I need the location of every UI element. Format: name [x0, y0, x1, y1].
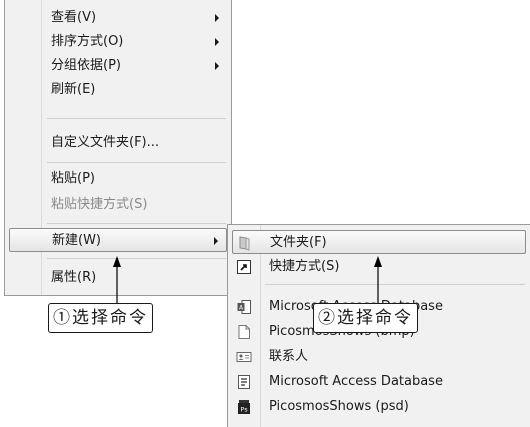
menu-item-paste-shortcut: 粘贴快捷方式(S): [9, 193, 227, 217]
shortcut-icon: [237, 260, 251, 274]
svg-text:Ps: Ps: [240, 406, 248, 414]
menu-item-label: 查看(V): [51, 10, 97, 25]
menu-item-label: 粘贴快捷方式(S): [51, 197, 148, 212]
menu-item-label: Microsoft Access Database: [269, 374, 443, 389]
access-database-icon: [238, 375, 250, 389]
menu-item-label: 文件夹(F): [270, 235, 327, 250]
menu-item-label: 排序方式(O): [51, 34, 124, 49]
menu-item-label: 属性(R): [51, 270, 97, 285]
menu-item-sort-by[interactable]: 排序方式(O): [9, 30, 227, 54]
menu-item-customize-folder[interactable]: 自定义文件夹(F)...: [9, 131, 227, 155]
submenu-arrow-icon: [214, 237, 218, 245]
folder-icon: [239, 236, 250, 251]
menu-item-label: 自定义文件夹(F)...: [51, 135, 160, 150]
submenu-arrow-icon: [215, 62, 219, 70]
psd-document-icon: Ps: [238, 400, 250, 414]
submenu-item-access-database-2[interactable]: Microsoft Access Database: [232, 370, 526, 394]
menu-separator: [47, 162, 226, 163]
annotation-callout-1: ①选择命令: [48, 303, 153, 333]
submenu-item-picosmos-psd[interactable]: Ps PicosmosShows (psd): [232, 395, 526, 419]
menu-item-label: 粘贴(P): [51, 171, 95, 186]
contact-card-icon: [236, 352, 252, 362]
menu-item-label: 分组依据(P): [51, 58, 121, 73]
blank-document-icon: [238, 325, 250, 339]
menu-item-group-by[interactable]: 分组依据(P): [9, 54, 227, 78]
submenu-item-folder[interactable]: 文件夹(F): [232, 230, 526, 254]
menu-separator: [47, 118, 226, 119]
menu-item-refresh[interactable]: 刷新(E): [9, 78, 227, 102]
menu-item-label: 联系人: [269, 349, 309, 364]
menu-item-label: 刷新(E): [51, 82, 96, 97]
menu-item-label: 新建(W): [52, 233, 101, 248]
menu-item-label: PicosmosShows (psd): [269, 399, 409, 414]
submenu-arrow-icon: [215, 14, 219, 22]
menu-separator: [47, 223, 226, 224]
annotation-callout-2: ②选择命令: [313, 303, 418, 333]
menu-separator: [265, 284, 525, 285]
menu-separator: [47, 258, 226, 259]
menu-item-label: 快捷方式(S): [269, 259, 340, 274]
menu-item-paste[interactable]: 粘贴(P): [9, 167, 227, 191]
menu-item-new[interactable]: 新建(W): [9, 228, 227, 252]
submenu-item-contact[interactable]: 联系人: [232, 345, 526, 369]
menu-item-view[interactable]: 查看(V): [9, 6, 227, 30]
submenu-arrow-icon: [215, 38, 219, 46]
access-database-icon: A: [237, 300, 251, 314]
